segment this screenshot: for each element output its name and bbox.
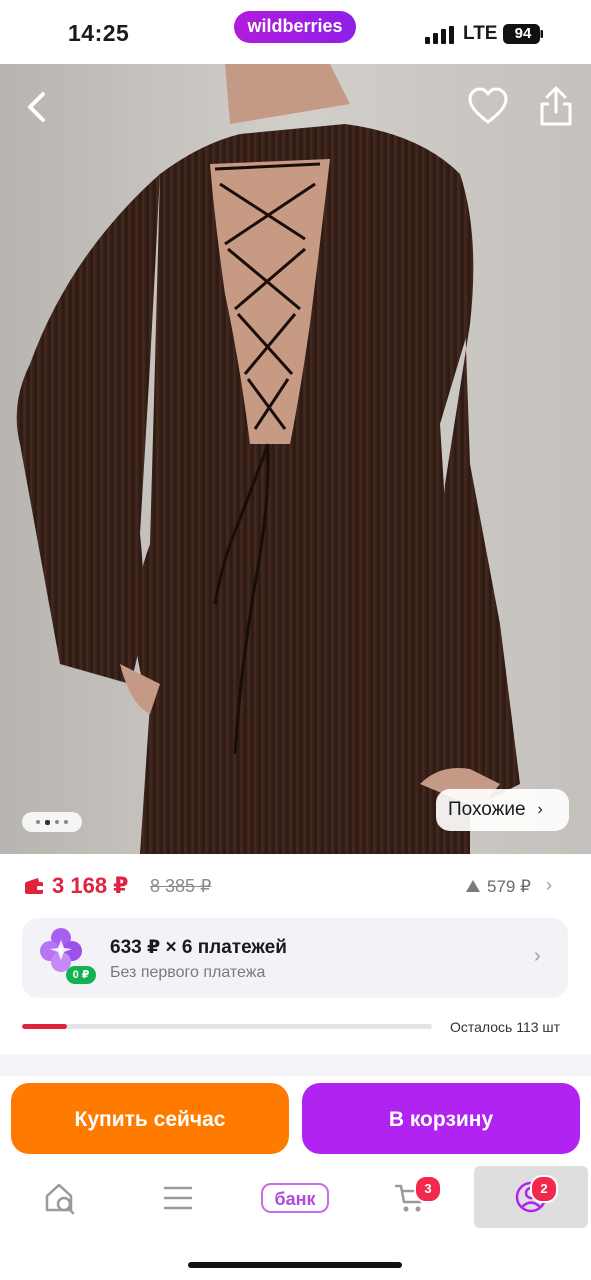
chevron-right-icon: › xyxy=(534,945,541,967)
gallery-pagination[interactable] xyxy=(22,812,82,832)
chevron-right-icon: › xyxy=(537,801,543,818)
menu-icon xyxy=(163,1186,193,1210)
share-icon[interactable] xyxy=(536,84,576,128)
buy-now-button[interactable]: Купить сейчас xyxy=(11,1083,289,1154)
signal-icon xyxy=(425,26,454,44)
product-photo[interactable] xyxy=(0,64,591,854)
status-time: 14:25 xyxy=(68,20,130,46)
wallet-icon xyxy=(25,878,43,894)
similar-button[interactable]: Похожие › xyxy=(436,789,569,831)
battery-level: 94 xyxy=(514,25,532,42)
heart-icon[interactable] xyxy=(466,86,510,126)
gallery-dot[interactable] xyxy=(55,820,59,824)
dress-illustration xyxy=(0,64,591,854)
zero-fee-badge: 0 ₽ xyxy=(66,966,96,984)
triangle-up-icon xyxy=(466,880,480,892)
stock-remaining: Осталось 113 шт xyxy=(450,1019,561,1035)
nav-catalog[interactable] xyxy=(148,1168,208,1228)
profile-notification-badge: 2 xyxy=(530,1175,558,1203)
chevron-right-icon[interactable]: › xyxy=(546,875,552,896)
home-search-icon xyxy=(45,1183,75,1215)
home-indicator xyxy=(188,1262,402,1268)
price-old: 8 385 ₽ xyxy=(150,876,212,896)
nav-home[interactable] xyxy=(30,1168,90,1228)
cart-count-badge: 3 xyxy=(414,1175,442,1203)
similar-label: Похожие xyxy=(448,799,526,820)
installment-subtitle: Без первого платежа xyxy=(110,964,266,981)
gallery-dot[interactable] xyxy=(36,820,40,824)
installment-title: 633 ₽ × 6 платежей xyxy=(110,937,287,958)
installment-card[interactable] xyxy=(22,918,568,998)
gallery-dot[interactable] xyxy=(64,820,68,824)
section-divider xyxy=(0,1054,591,1076)
bank-logo: банк xyxy=(261,1183,329,1213)
brand-logo: wildberries xyxy=(234,11,356,43)
price-history-value[interactable]: 579 ₽ xyxy=(487,877,531,897)
network-type: LTE xyxy=(463,23,498,44)
nav-bank[interactable]: банк xyxy=(255,1168,335,1228)
stock-progress-fill xyxy=(22,1024,68,1029)
back-icon[interactable] xyxy=(18,86,58,126)
stock-progress-bar xyxy=(22,1024,432,1029)
gallery-dot-active[interactable] xyxy=(45,819,50,825)
add-to-cart-button[interactable]: В корзину xyxy=(302,1083,580,1154)
price-current: 3 168 ₽ xyxy=(52,873,129,898)
